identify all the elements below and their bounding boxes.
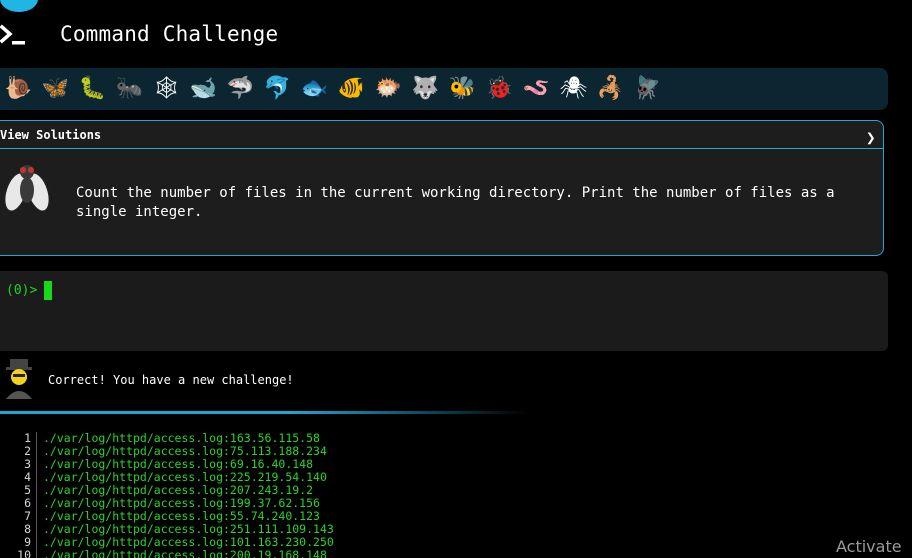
line-gutter bbox=[36, 432, 37, 445]
command-challenge-page: Command Challenge 🐌 🦋 🐛 🐜 🕸 🐋 🦈 🐬 🐟 🐠 🐡 🐺 🐝 🐞 🪱 🕷 🦂 🪰 Vie… bbox=[0, 0, 912, 558]
line-gutter bbox=[36, 536, 37, 549]
worm-icon[interactable]: 🪱 bbox=[518, 72, 555, 106]
line-gutter bbox=[36, 497, 37, 510]
challenge-description: Count the number of files in the current… bbox=[76, 185, 835, 220]
creature-list: 🐌 🦋 🐛 🐜 🕸 🐋 🦈 🐬 🐟 🐠 🐡 🐺 🐝 🐞 🪱 🕷 🦂 🪰 bbox=[0, 72, 666, 106]
output-line: 10 ./var/log/httpd/access.log:200.19.168.… bbox=[0, 549, 912, 558]
blowfish-icon[interactable]: 🐡 bbox=[370, 72, 407, 106]
whale-icon[interactable]: 🐋 bbox=[185, 72, 222, 106]
feedback-message: Correct! You have a new challenge! bbox=[48, 373, 294, 387]
terminal-prompt: (0)> bbox=[6, 283, 38, 298]
ant-icon[interactable]: 🐜 bbox=[111, 72, 148, 106]
line-text: ./var/log/httpd/access.log:200.19.168.14… bbox=[43, 548, 327, 558]
fish-icon[interactable]: 🐟 bbox=[296, 72, 333, 106]
fly-icon[interactable]: 🪰 bbox=[629, 72, 666, 106]
dolphin-icon[interactable]: 🐬 bbox=[259, 72, 296, 106]
line-gutter bbox=[36, 523, 37, 536]
line-gutter bbox=[36, 471, 37, 484]
panel-divider bbox=[0, 148, 884, 149]
line-gutter bbox=[36, 510, 37, 523]
ladybug-icon[interactable]: 🐞 bbox=[481, 72, 518, 106]
activate-watermark: Activate bbox=[836, 537, 902, 556]
butterfly-icon[interactable]: 🦋 bbox=[37, 72, 74, 106]
spider-web-icon[interactable]: 🕸 bbox=[148, 72, 185, 106]
scorpion-icon[interactable]: 🦂 bbox=[592, 72, 629, 106]
spider-icon[interactable]: 🕷 bbox=[555, 72, 592, 106]
bee-icon[interactable]: 🐝 bbox=[444, 72, 481, 106]
line-number: 10 bbox=[17, 548, 31, 558]
line-gutter bbox=[36, 484, 37, 497]
line-gutter bbox=[36, 458, 37, 471]
snail-icon[interactable]: 🐌 bbox=[0, 72, 37, 106]
app-title: Command Challenge bbox=[60, 22, 279, 46]
shark-icon[interactable]: 🦈 bbox=[222, 72, 259, 106]
wolf-icon[interactable]: 🐺 bbox=[407, 72, 444, 106]
terminal-input-area[interactable] bbox=[0, 271, 888, 351]
view-solutions-toggle[interactable]: View Solutions bbox=[0, 128, 101, 142]
detective-avatar-icon bbox=[6, 359, 32, 399]
tropical-fish-icon[interactable]: 🐠 bbox=[333, 72, 370, 106]
terminal-cursor[interactable] bbox=[44, 281, 52, 300]
progress-divider bbox=[0, 411, 530, 414]
fly-icon bbox=[3, 165, 51, 213]
line-gutter bbox=[36, 445, 37, 458]
command-output: 1 ./var/log/httpd/access.log:163.56.115.5… bbox=[0, 432, 912, 558]
terminal-prompt-icon bbox=[0, 24, 25, 45]
chevron-right-icon[interactable]: ❯ bbox=[866, 128, 876, 147]
caterpillar-icon[interactable]: 🐛 bbox=[74, 72, 111, 106]
line-gutter bbox=[36, 549, 37, 558]
top-badge bbox=[0, 0, 38, 12]
